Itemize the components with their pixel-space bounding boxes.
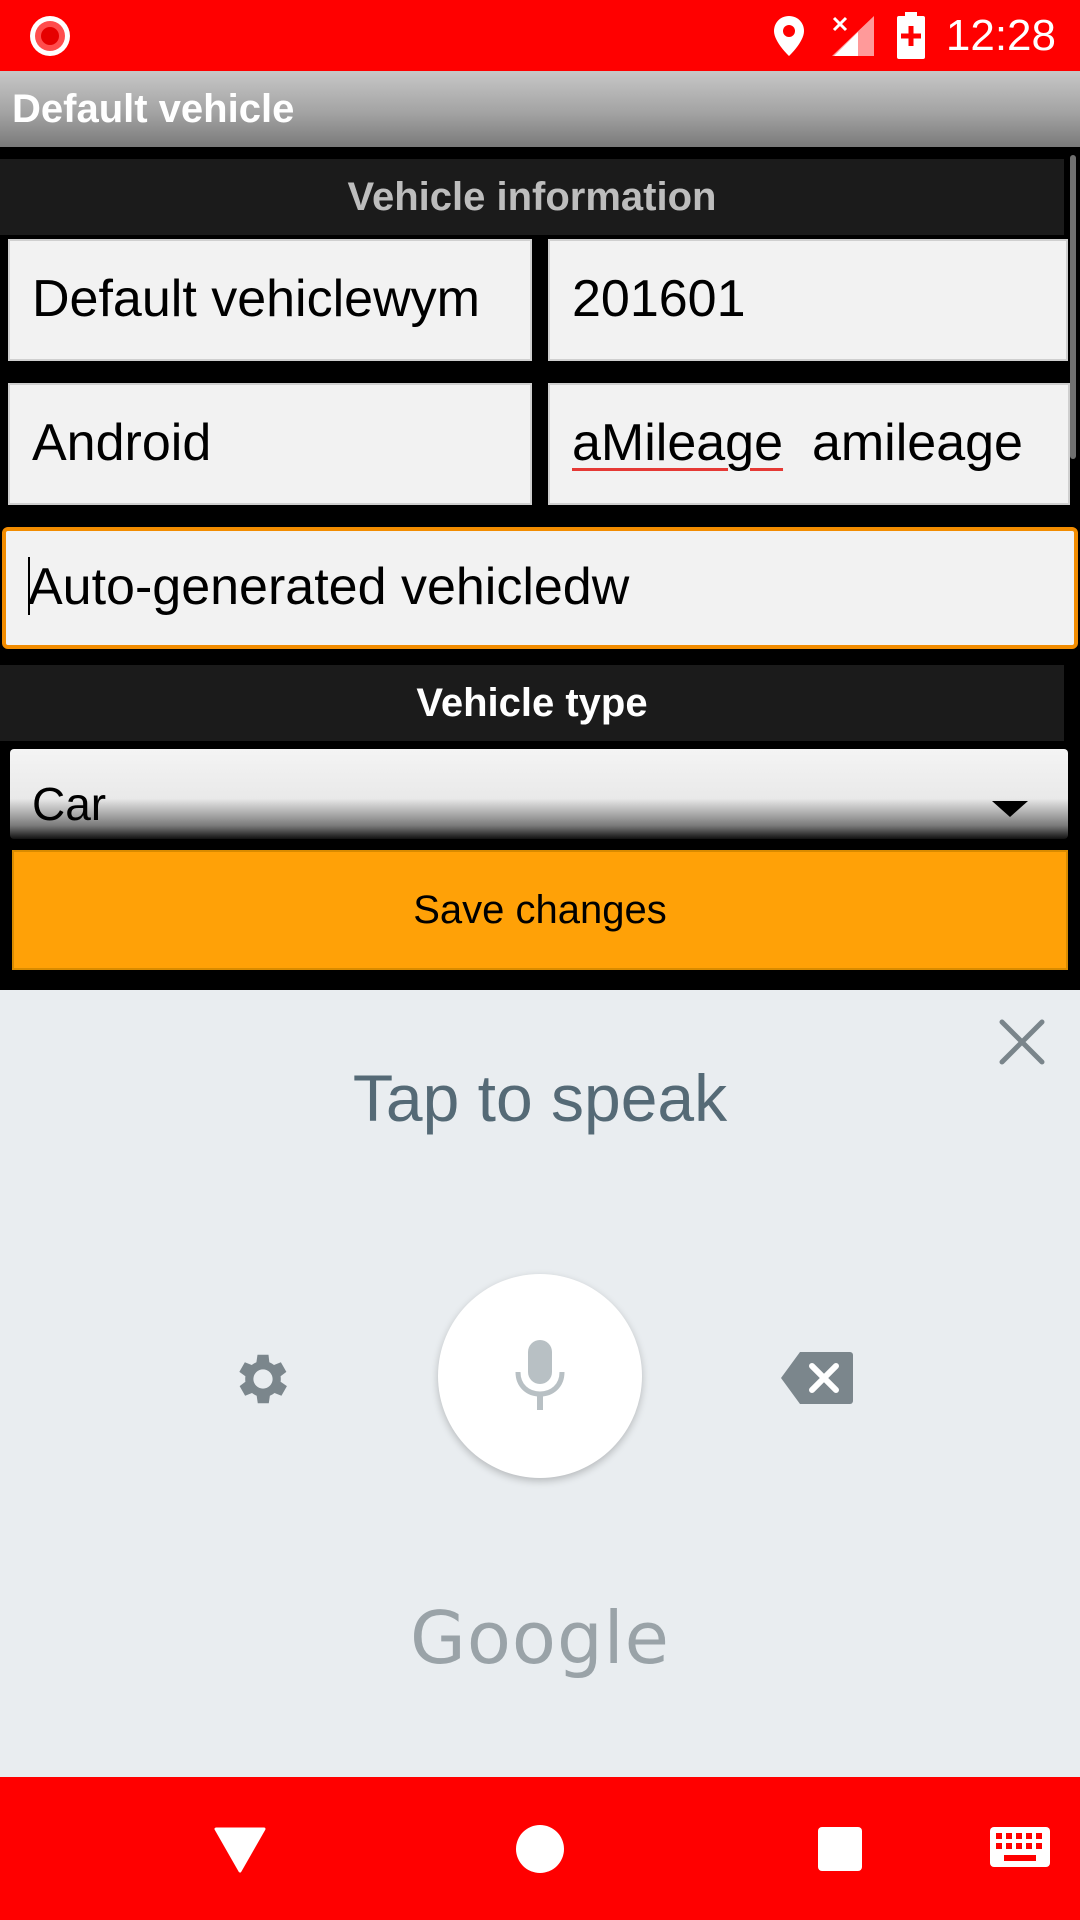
back-icon[interactable] [214, 1825, 266, 1873]
vehicle-description-value: Auto-generated vehicledw [28, 558, 630, 616]
recents-icon[interactable] [818, 1827, 862, 1871]
chevron-down-icon [992, 801, 1028, 817]
save-changes-button[interactable]: Save changes [12, 850, 1068, 970]
settings-icon[interactable] [230, 1346, 296, 1412]
vehicle-model-word-1: aMileage [572, 414, 784, 472]
scrollbar[interactable] [1070, 155, 1076, 459]
vehicle-type-dropdown[interactable]: Car [10, 749, 1068, 839]
vehicle-year-field[interactable]: 201601 [548, 239, 1068, 361]
location-icon [774, 16, 804, 56]
backspace-icon[interactable] [780, 1350, 854, 1406]
vehicle-model-field[interactable]: aMileage amileage [548, 383, 1070, 505]
vehicle-make-field[interactable]: Android [8, 383, 532, 505]
microphone-icon [515, 1340, 565, 1410]
tap-to-speak-prompt: Tap to speak [352, 1061, 728, 1135]
vehicle-description-field[interactable]: Auto-generated vehicledw [2, 527, 1078, 649]
title-bar: Default vehicle [0, 71, 1080, 147]
vehicle-form: Vehicle information Default vehiclewym 2… [0, 147, 1080, 990]
vehicle-type-header: Vehicle type [0, 665, 1064, 741]
vehicle-model-word-2: amileage [811, 414, 1023, 472]
home-icon[interactable] [516, 1825, 564, 1873]
google-logo: Google [410, 1596, 670, 1680]
battery-charging-icon [897, 12, 925, 59]
status-bar: 12:28 [0, 0, 1080, 71]
keyboard-icon[interactable] [990, 1827, 1050, 1871]
vehicle-type-selected: Car [32, 778, 107, 830]
vehicle-name-value: Default vehiclewym [32, 270, 495, 328]
vehicle-info-header: Vehicle information [0, 159, 1064, 235]
vehicle-make-value: Android [32, 414, 212, 472]
vehicle-name-field[interactable]: Default vehiclewym [8, 239, 532, 361]
microphone-button[interactable] [438, 1274, 642, 1478]
status-time: 12:28 [945, 11, 1056, 60]
navigation-bar [0, 1777, 1080, 1920]
vehicle-year-value: 201601 [572, 270, 746, 328]
text-cursor [28, 557, 30, 616]
record-icon [30, 16, 70, 56]
no-signal-icon [832, 16, 874, 56]
page-title: Default vehicle [12, 87, 295, 131]
voice-input-panel: Tap to speak Google [0, 990, 1080, 1777]
